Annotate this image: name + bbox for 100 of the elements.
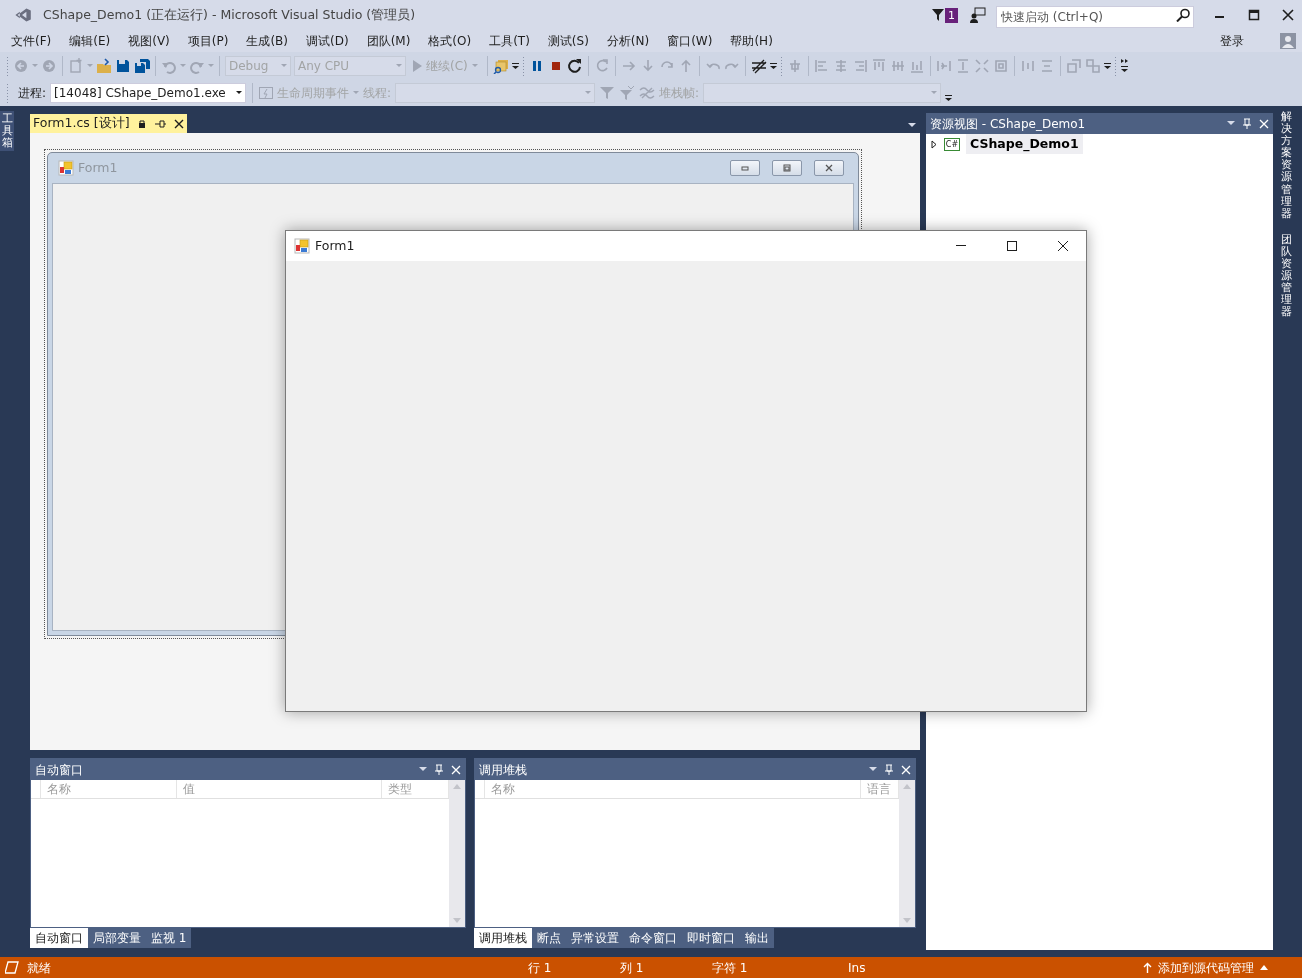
pin-icon[interactable] — [1242, 117, 1252, 130]
maximize-icon[interactable] — [1007, 241, 1017, 251]
overflow-caret-icon[interactable] — [945, 92, 953, 104]
toolbar-grip[interactable] — [6, 82, 10, 103]
back-icon[interactable] — [13, 57, 29, 74]
menu-item[interactable]: 测试(S) — [538, 32, 598, 50]
menu-item[interactable]: 团队(M) — [357, 32, 420, 50]
scroll-down-icon[interactable] — [903, 918, 911, 923]
menu-item[interactable]: 调试(D) — [297, 32, 358, 50]
panel-tab[interactable]: 自动窗口 — [30, 928, 88, 948]
stack-frame-label: 堆栈帧: — [659, 84, 700, 102]
menu-item[interactable]: 分析(N) — [597, 32, 659, 50]
form-icon — [58, 160, 74, 176]
menu-item[interactable]: 文件(F) — [2, 32, 61, 50]
char-number: 字符 1 — [712, 959, 748, 977]
scroll-up-icon[interactable] — [453, 784, 461, 789]
flag-threads-icon[interactable] — [639, 84, 656, 101]
maximize-icon[interactable] — [1248, 9, 1260, 21]
chat-bubble-icon[interactable] — [970, 7, 986, 23]
document-tab[interactable]: Form1.cs [设计] — [30, 114, 187, 133]
panel-tab[interactable]: 监视 1 — [146, 928, 192, 948]
panel-tab[interactable]: 异常设置 — [566, 928, 624, 948]
search-icon[interactable] — [1176, 8, 1190, 22]
forward-icon[interactable] — [41, 57, 57, 74]
new-project-icon[interactable] — [68, 57, 84, 74]
close-icon[interactable] — [173, 118, 184, 129]
close-icon — [814, 160, 844, 176]
status-text: 就绪 — [27, 959, 51, 977]
panel-title: 调用堆栈 — [479, 761, 528, 779]
panel-tab[interactable]: 断点 — [532, 928, 566, 948]
snap-grid-icon[interactable] — [750, 57, 767, 74]
source-control-button[interactable]: 添加到源代码管理 — [1143, 958, 1268, 977]
feedback-filter-icon[interactable] — [931, 7, 945, 23]
minimize-icon — [730, 160, 760, 176]
tab-list-caret-icon[interactable] — [908, 123, 916, 128]
up-arrow-icon[interactable] — [1143, 962, 1152, 973]
lifecycle-icon[interactable] — [259, 86, 274, 99]
process-label: 进程: — [18, 84, 47, 102]
overflow-caret-icon[interactable] — [1120, 57, 1128, 74]
account-avatar-icon[interactable] — [1280, 33, 1296, 49]
scroll-up-icon[interactable] — [903, 784, 911, 789]
menu-item[interactable]: 格式(O) — [419, 32, 481, 50]
quick-launch-field[interactable]: 快速启动 (Ctrl+Q) — [996, 6, 1194, 28]
resize-icon[interactable] — [973, 57, 990, 74]
align-icon[interactable] — [870, 57, 887, 74]
caret-up-icon[interactable] — [1260, 965, 1268, 970]
column-number: 列 1 — [620, 959, 644, 977]
open-folder-icon[interactable] — [96, 57, 112, 74]
close-icon[interactable] — [1058, 241, 1068, 251]
csharp-project-icon: C# — [944, 137, 960, 151]
scrollbar[interactable] — [449, 780, 465, 927]
restart-icon[interactable] — [566, 57, 583, 74]
filter-icon[interactable] — [599, 84, 616, 101]
restore-icon — [772, 160, 802, 176]
find-in-files-icon[interactable] — [492, 57, 509, 74]
panel-tab[interactable]: 输出 — [740, 928, 774, 948]
menu-item[interactable]: 视图(V) — [119, 32, 179, 50]
menu-item[interactable]: 生成(B) — [237, 32, 297, 50]
notification-badge[interactable]: 1 — [945, 7, 958, 23]
menu-item[interactable]: 帮助(H) — [721, 32, 782, 50]
menu-item[interactable]: 窗口(W) — [658, 32, 722, 50]
size-to-grid-icon[interactable] — [992, 57, 1009, 74]
lock-icon[interactable] — [137, 118, 146, 129]
scrollbar[interactable] — [899, 780, 915, 927]
pin-icon[interactable] — [153, 118, 166, 129]
save-icon[interactable] — [115, 57, 131, 74]
menu-item[interactable]: 项目(P) — [178, 32, 238, 50]
toolbox-tab[interactable]: 工具箱 — [1, 113, 13, 150]
line-number: 行 1 — [528, 959, 552, 977]
bring-to-front-icon[interactable] — [1065, 57, 1082, 74]
insert-mode: Ins — [848, 959, 866, 977]
thread-label: 线程: — [363, 84, 392, 102]
menu-item[interactable]: 工具(T) — [480, 32, 539, 50]
thread-dropdown[interactable] — [395, 82, 596, 103]
window-title: CShape_Demo1 (正在运行) - Microsoft Visual Studio (管理员) — [43, 5, 416, 24]
process-dropdown[interactable]: [14048] CShape_Demo1.exe — [50, 82, 247, 103]
toolbar-grip[interactable] — [6, 55, 10, 76]
solution-explorer-tab[interactable]: 解决方案资源管理器 — [1281, 111, 1292, 220]
collapsed-arrow-icon[interactable] — [931, 139, 938, 149]
sign-in-link[interactable]: 登录 — [1220, 32, 1244, 50]
filter-icon[interactable] — [619, 84, 636, 101]
pin-icon[interactable] — [434, 763, 444, 776]
team-explorer-tab[interactable]: 团队资源管理器 — [1281, 233, 1292, 319]
scroll-down-icon[interactable] — [453, 918, 461, 923]
pin-icon[interactable] — [884, 763, 894, 776]
menu-item[interactable]: 编辑(E) — [60, 32, 120, 50]
panel-tab[interactable]: 命令窗口 — [624, 928, 682, 948]
status-icon — [5, 961, 19, 974]
dropdown-caret-icon[interactable] — [236, 90, 243, 95]
form-title: Form1 — [78, 158, 118, 177]
form-icon — [294, 238, 310, 254]
panel-tab[interactable]: 调用堆栈 — [474, 928, 532, 948]
panel-title: 自动窗口 — [35, 761, 84, 779]
close-icon[interactable] — [1282, 9, 1294, 21]
tree-item[interactable]: CShape_Demo1 — [966, 134, 1083, 154]
panel-title: 资源视图 - CShape_Demo1 — [930, 115, 1087, 133]
save-all-icon[interactable] — [134, 57, 150, 74]
panel-tab[interactable]: 即时窗口 — [682, 928, 740, 948]
align-icon[interactable] — [813, 57, 830, 74]
panel-tab[interactable]: 局部变量 — [88, 928, 146, 948]
